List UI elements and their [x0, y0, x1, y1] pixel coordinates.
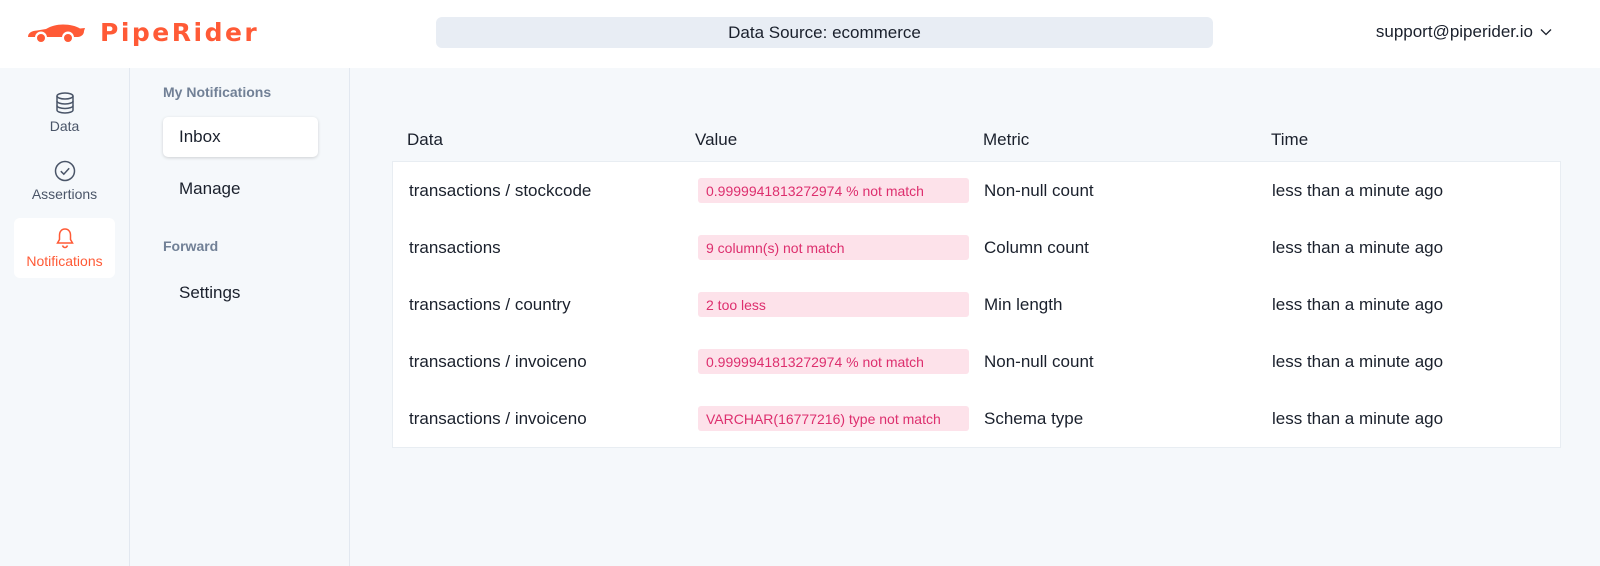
database-icon — [55, 92, 74, 114]
cell-time: less than a minute ago — [1272, 237, 1444, 257]
column-header-data: Data — [407, 130, 443, 149]
value-badge: 0.9999941813272974 % not match — [698, 349, 969, 374]
column-header-metric: Metric — [983, 130, 1030, 149]
cell-time: less than a minute ago — [1272, 351, 1444, 371]
value-badge: 9 column(s) not match — [698, 235, 969, 260]
check-circle-icon — [54, 160, 75, 182]
column-header-time: Time — [1271, 130, 1309, 149]
column-header-value: Value — [695, 130, 738, 149]
cell-metric: Min length — [984, 294, 1063, 314]
value-badge: VARCHAR(16777216) type not match — [698, 406, 969, 431]
table-body: transactions / stockcode 0.9999941813272… — [392, 161, 1561, 448]
notifications-table: Data Value Metric Time transactions / st… — [392, 120, 1561, 448]
subnav-item-manage[interactable]: Manage — [163, 169, 318, 209]
subnav-heading-my-notifications: My Notifications — [163, 84, 272, 100]
subnav-item-settings[interactable]: Settings — [163, 273, 318, 313]
car-logo-icon — [28, 24, 85, 42]
cell-time: less than a minute ago — [1272, 180, 1444, 200]
table-row[interactable]: transactions / stockcode 0.9999941813272… — [393, 162, 1560, 219]
cell-data: transactions — [409, 237, 501, 257]
rail-item-label: Notifications — [26, 253, 103, 269]
value-badge: 2 too less — [698, 292, 969, 317]
cell-metric: Non-null count — [984, 351, 1094, 371]
top-bar: PipeRider Data Source: ecommerce support… — [0, 0, 1600, 68]
bell-icon — [55, 228, 74, 249]
cell-data: transactions / invoiceno — [409, 351, 587, 371]
cell-data: transactions / country — [409, 294, 571, 314]
rail-item-data[interactable]: Data — [14, 83, 115, 143]
table-header: Data Value Metric Time — [392, 120, 1561, 161]
rail-item-notifications[interactable]: Notifications — [14, 218, 115, 278]
subnav-heading-forward: Forward — [163, 238, 219, 254]
table-row[interactable]: transactions 9 column(s) not match Colum… — [393, 219, 1560, 276]
cell-time: less than a minute ago — [1272, 408, 1444, 428]
cell-metric: Non-null count — [984, 180, 1094, 200]
sidebar-rail: Data Assertions Notifications — [0, 68, 130, 566]
brand-logo[interactable]: PipeRider — [26, 14, 259, 50]
rail-item-label: Data — [49, 118, 80, 134]
subnav-item-inbox[interactable]: Inbox — [163, 117, 318, 157]
value-badge: 0.9999941813272974 % not match — [698, 178, 969, 203]
cell-data: transactions / invoiceno — [409, 408, 587, 428]
table-row[interactable]: transactions / invoiceno 0.9999941813272… — [393, 333, 1560, 390]
cell-metric: Column count — [984, 237, 1089, 257]
rail-item-label: Assertions — [31, 186, 98, 202]
table-row[interactable]: transactions / country 2 too less Min le… — [393, 276, 1560, 333]
notifications-subnav: My Notifications Inbox Manage Forward Se… — [131, 68, 350, 566]
rail-item-assertions[interactable]: Assertions — [14, 151, 115, 211]
chevron-down-icon — [1540, 29, 1552, 36]
user-email: support@piperider.io — [1375, 22, 1533, 41]
data-source-selector[interactable]: Data Source: ecommerce — [436, 17, 1213, 48]
table-row[interactable]: transactions / invoiceno VARCHAR(1677721… — [393, 390, 1560, 447]
user-menu[interactable]: support@piperider.io — [1376, 22, 1552, 42]
cell-time: less than a minute ago — [1272, 294, 1444, 314]
brand-name: PipeRider — [100, 17, 260, 47]
cell-metric: Schema type — [984, 408, 1084, 428]
cell-data: transactions / stockcode — [409, 180, 592, 200]
